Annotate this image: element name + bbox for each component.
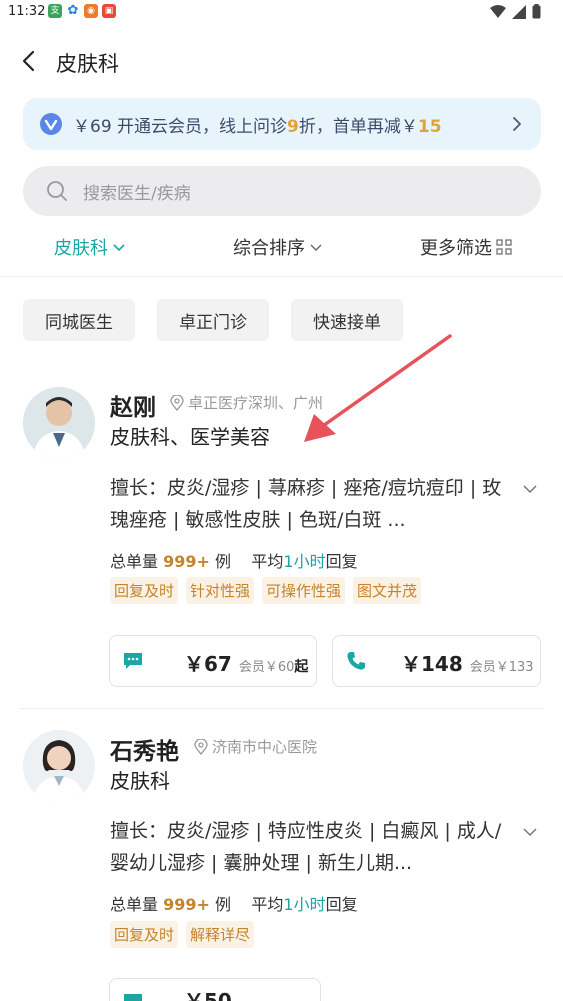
orders-label: 总单量 <box>110 552 159 571</box>
badge: 解释详尽 <box>186 921 255 948</box>
filter-sort[interactable]: 综合排序 <box>233 234 323 260</box>
doctor-department: 皮肤科、医学美容 <box>110 425 270 449</box>
doctor-name: 赵刚 <box>110 395 156 421</box>
text-consult-price: ￥67 会员￥60起 <box>184 648 308 677</box>
phone-consult-price: ￥148 会员￥133 <box>401 648 534 677</box>
wifi-icon <box>490 4 506 18</box>
badge: 回复及时 <box>110 921 179 948</box>
text-price-value: ￥67 <box>184 652 232 676</box>
doctor-badges: 回复及时 解释详尽 <box>110 921 255 948</box>
app-notification-icon: ▣ <box>102 4 116 18</box>
doctor-stats: 总单量 999+ 例 平均1小时回复 <box>110 548 358 572</box>
text-consult-button[interactable]: ￥67 会员￥60起 <box>109 635 317 687</box>
orders-unit: 例 <box>215 552 232 571</box>
doctor-hospital: 济南市中心医院 <box>194 736 317 757</box>
doctor-badges: 回复及时 针对性强 可操作性强 图文并茂 <box>110 577 422 604</box>
banner-discount: 9 <box>287 117 299 137</box>
annotation-arrow-icon <box>304 334 452 442</box>
doctor-avatar <box>23 387 95 459</box>
location-pin-icon <box>170 394 184 411</box>
filter-bar: 皮肤科 综合排序 更多筛选 <box>0 230 563 264</box>
specialties-prefix: 擅长： <box>110 477 168 499</box>
doctor-card[interactable]: 赵刚 卓正医疗深圳、广州 皮肤科、医学美容 擅长：皮炎/湿疹 | 荨麻疹 | 痤… <box>0 370 563 708</box>
reply-suffix: 回复 <box>325 552 358 571</box>
badge: 回复及时 <box>110 577 179 604</box>
status-bar: 11:32 支 ✿ ◉ ▣ <box>0 0 563 26</box>
filter-more[interactable]: 更多筛选 <box>420 234 512 260</box>
battery-icon <box>532 4 541 19</box>
paw-icon: ✿ <box>66 3 80 18</box>
search-placeholder: 搜索医生/疾病 <box>83 184 191 204</box>
text-consult-price: ￥50 <box>184 989 232 1001</box>
orders-count: 999+ <box>163 895 210 914</box>
tag-clinic[interactable]: 卓正门诊 <box>157 299 269 341</box>
reply-time: 1小时 <box>283 895 326 914</box>
status-indicators <box>490 4 541 19</box>
reply-label: 平均 <box>251 895 284 914</box>
status-app-icons: 支 ✿ ◉ ▣ <box>48 4 116 18</box>
filter-department[interactable]: 皮肤科 <box>54 234 126 260</box>
back-arrow-icon[interactable] <box>18 49 42 73</box>
text-member-price: 会员￥60 <box>238 660 295 675</box>
phone-icon <box>347 652 365 670</box>
banner-mid: 折，首单再减￥ <box>298 117 418 137</box>
doctor-department: 皮肤科 <box>110 769 170 793</box>
search-icon <box>47 181 67 201</box>
search-input[interactable]: 搜索医生/疾病 <box>23 166 541 216</box>
divider <box>0 276 563 277</box>
reply-time: 1小时 <box>283 552 326 571</box>
nav-bar: 皮肤科 <box>0 40 563 84</box>
badge: 图文并茂 <box>353 577 422 604</box>
specialties-text: 皮炎/湿疹 | 荨麻疹 | 痤疮/痘坑痘印 | 玫瑰痤疮 | 敏感性皮肤 | 色… <box>110 477 502 531</box>
filter-department-label: 皮肤科 <box>54 238 108 259</box>
phone-member-price: 会员￥133 <box>469 660 534 675</box>
banner-text: ￥69 开通云会员，线上问诊9折，首单再减￥15 <box>73 112 442 137</box>
chevron-down-icon <box>113 244 125 252</box>
chat-icon <box>124 653 142 669</box>
hospital-label: 济南市中心医院 <box>212 738 318 756</box>
page-title: 皮肤科 <box>56 52 119 76</box>
phone-price-value: ￥148 <box>401 652 463 676</box>
banner-prefix: ￥69 开通云会员，线上问诊 <box>73 117 288 137</box>
doctor-card[interactable]: 石秀艳 济南市中心医院 皮肤科 擅长：皮炎/湿疹 | 特应性皮炎 | 白癜风 |… <box>0 710 563 1001</box>
app-notification-icon: 支 <box>48 4 62 18</box>
orders-label: 总单量 <box>110 895 159 914</box>
orders-unit: 例 <box>215 895 232 914</box>
signal-icon <box>512 4 526 19</box>
chevron-down-icon <box>310 244 322 251</box>
expand-chevron-icon[interactable] <box>521 480 539 498</box>
banner-amount: 15 <box>417 117 442 137</box>
doctor-stats: 总单量 999+ 例 平均1小时回复 <box>110 891 358 915</box>
status-time: 11:32 <box>8 4 46 19</box>
badge: 针对性强 <box>186 577 255 604</box>
grid-icon <box>496 239 512 255</box>
filter-more-label: 更多筛选 <box>420 238 492 259</box>
doctor-specialties: 擅长：皮炎/湿疹 | 荨麻疹 | 痤疮/痘坑痘印 | 玫瑰痤疮 | 敏感性皮肤 … <box>110 472 510 536</box>
chevron-right-icon <box>513 117 521 131</box>
text-consult-button[interactable]: ￥50 <box>109 978 321 1001</box>
filter-sort-label: 综合排序 <box>233 238 305 259</box>
app-notification-icon: ◉ <box>84 4 98 18</box>
vip-logo-icon <box>40 113 62 135</box>
orders-count: 999+ <box>163 552 210 571</box>
membership-banner[interactable]: ￥69 开通云会员，线上问诊9折，首单再减￥15 <box>23 98 541 150</box>
price-from-label: 起 <box>294 659 309 675</box>
phone-consult-button[interactable]: ￥148 会员￥133 <box>332 635 541 687</box>
doctor-name: 石秀艳 <box>110 739 179 765</box>
doctor-specialties: 擅长：皮炎/湿疹 | 特应性皮炎 | 白癜风 | 成人/婴幼儿湿疹 | 囊肿处理… <box>110 815 510 879</box>
reply-label: 平均 <box>251 552 284 571</box>
card-divider <box>20 708 543 709</box>
specialties-text: 皮炎/湿疹 | 特应性皮炎 | 白癜风 | 成人/婴幼儿湿疹 | 囊肿处理 | … <box>110 820 502 874</box>
tag-local-doctors[interactable]: 同城医生 <box>23 299 135 341</box>
badge: 可操作性强 <box>262 577 346 604</box>
chat-icon <box>124 994 142 1001</box>
specialties-prefix: 擅长： <box>110 820 168 842</box>
expand-chevron-icon[interactable] <box>521 823 539 841</box>
doctor-avatar <box>23 730 95 802</box>
reply-suffix: 回复 <box>325 895 358 914</box>
location-pin-icon <box>194 738 208 755</box>
